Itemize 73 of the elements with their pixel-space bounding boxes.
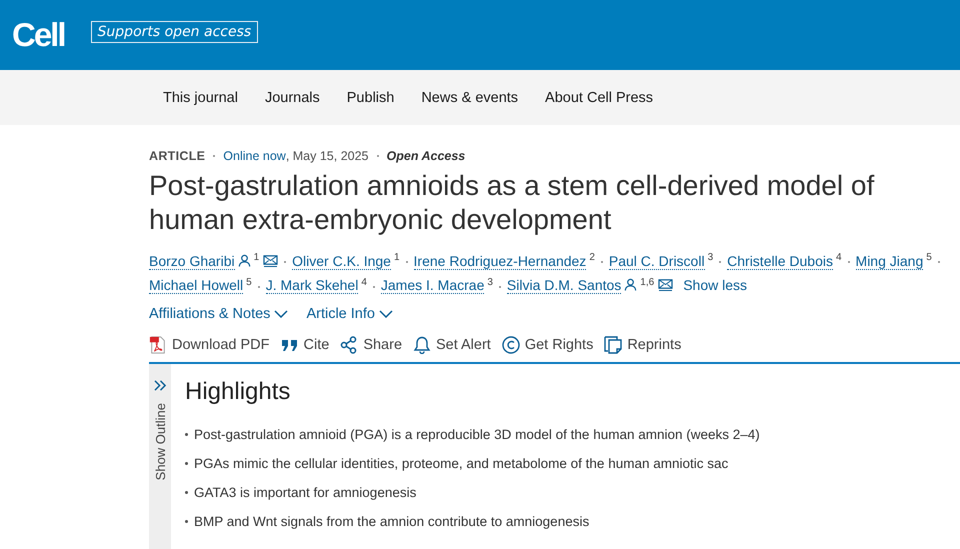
chevron-down-icon bbox=[378, 310, 393, 318]
separator-dot bbox=[376, 155, 379, 157]
author-link[interactable]: James I. Macrae bbox=[380, 277, 484, 294]
author-link[interactable]: Ming Jiang bbox=[856, 252, 924, 270]
bullet-icon bbox=[185, 433, 188, 436]
pdf-file-icon bbox=[149, 336, 167, 354]
nav-link[interactable]: Journals bbox=[264, 90, 320, 106]
nav-link[interactable]: Publish bbox=[346, 90, 394, 106]
cell-logo[interactable]: Cell bbox=[12, 16, 65, 54]
separator-dot bbox=[719, 260, 722, 263]
toolbar-button[interactable]: Download PDF bbox=[149, 336, 270, 354]
highlight-text: Post-gastrulation amnioid (PGA) is a reproducible 3D model of the human amnion (weeks 2–4) bbox=[194, 427, 760, 442]
open-access-tagline: Supports open access bbox=[90, 21, 258, 43]
bullet-icon bbox=[185, 462, 188, 466]
separator-dot bbox=[600, 260, 603, 263]
online-now-link[interactable]: Online now bbox=[223, 149, 286, 163]
nav-link[interactable]: This journal bbox=[163, 90, 238, 106]
author-link[interactable]: Irene Rodriguez-Hernandez bbox=[414, 252, 586, 270]
affiliation-number: 1 bbox=[394, 252, 400, 263]
affiliation-number: 2 bbox=[589, 252, 595, 263]
bullet-icon bbox=[185, 520, 188, 524]
separator-dot bbox=[848, 260, 850, 263]
author-link[interactable]: Michael Howell bbox=[149, 277, 244, 294]
section-heading: Highlights bbox=[185, 378, 292, 406]
author-link[interactable]: Silvia D.M. Santos bbox=[506, 277, 622, 294]
toolbar-button[interactable]: Get Rights bbox=[502, 336, 594, 354]
author-link[interactable]: J. Mark Skehel bbox=[266, 277, 358, 294]
toolbar-button[interactable]: Set Alert bbox=[413, 336, 491, 354]
copyright-icon bbox=[502, 336, 520, 354]
highlight-text: GATA3 is important for amniogenesis bbox=[194, 485, 416, 500]
highlight-text: BMP and Wnt signals from the amnion contribute to amniogenesis bbox=[194, 514, 590, 530]
email-icon[interactable] bbox=[658, 278, 674, 292]
share-icon bbox=[340, 336, 358, 354]
documents-icon bbox=[604, 336, 622, 354]
publication-date: , May 15, 2025 bbox=[286, 149, 369, 163]
affiliation-number: 4 bbox=[836, 252, 842, 263]
show-less-link[interactable]: Show less bbox=[683, 277, 748, 294]
toolbar-button[interactable]: Share bbox=[340, 336, 402, 354]
toolbar-button[interactable]: Reprints bbox=[604, 336, 682, 354]
affiliation-number: 4 bbox=[361, 276, 367, 288]
separator-dot bbox=[284, 260, 286, 263]
separator-dot bbox=[213, 155, 216, 157]
affiliation-number: 5 bbox=[926, 252, 932, 263]
separator-dot bbox=[258, 286, 260, 288]
email-icon[interactable] bbox=[263, 254, 278, 267]
author-link[interactable]: Oliver C.K. Inge bbox=[292, 252, 391, 270]
highlight-text: PGAs mimic the cellular identities, proteome, and metabolome of the human amniotic sac bbox=[194, 456, 728, 472]
affiliation-number: 3 bbox=[487, 276, 493, 288]
separator-dot bbox=[498, 286, 501, 288]
dropdown-toggle[interactable]: Article Info bbox=[306, 306, 393, 322]
toolbar-button[interactable]: Cite bbox=[280, 336, 330, 354]
nav-link[interactable]: News & events bbox=[421, 90, 518, 106]
double-chevron-icon bbox=[154, 380, 166, 392]
author-link[interactable]: Paul C. Driscoll bbox=[608, 252, 705, 270]
separator-dot bbox=[938, 260, 940, 263]
dropdown-toggle[interactable]: Affiliations & Notes bbox=[149, 306, 288, 322]
affiliation-number: 1 bbox=[254, 252, 260, 263]
bullet-icon bbox=[185, 491, 188, 494]
article-type: ARTICLE bbox=[149, 149, 206, 163]
author-link[interactable]: Christelle Dubois bbox=[727, 252, 833, 270]
separator-dot bbox=[406, 260, 408, 263]
author-link[interactable]: Borzo Gharibi bbox=[149, 252, 235, 270]
article-title: Post-gastrulation amnioids as a stem cell-derived model of human extra-embryonic development bbox=[149, 169, 876, 237]
nav-link[interactable]: About Cell Press bbox=[545, 90, 654, 106]
show-outline-label[interactable]: Show Outline bbox=[152, 403, 168, 481]
open-access-label: Open Access bbox=[386, 149, 466, 163]
bell-icon bbox=[413, 336, 432, 354]
outline-sidebar[interactable]: Show Outline bbox=[149, 364, 171, 549]
affiliation-number: 5 bbox=[246, 276, 252, 288]
chevron-down-icon bbox=[274, 310, 288, 318]
separator-dot bbox=[372, 286, 375, 288]
affiliation-number: 1,6 bbox=[640, 276, 654, 288]
affiliation-number: 3 bbox=[708, 252, 714, 263]
